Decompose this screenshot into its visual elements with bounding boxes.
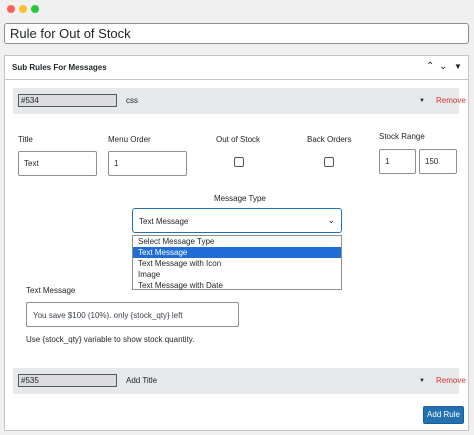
sub-rule-name: css	[126, 96, 138, 105]
dropdown-option[interactable]: Text Message with Icon	[133, 258, 341, 269]
message-type-value: Text Message	[139, 217, 189, 226]
remove-link[interactable]: Remove	[436, 376, 466, 385]
stock-range-min-input[interactable]: 1	[379, 149, 416, 174]
panel-header: Sub Rules For Messages ⌃ ⌄ ▼	[5, 56, 468, 80]
dropdown-option[interactable]: Select Message Type	[133, 236, 341, 247]
add-rule-button[interactable]: Add Rule	[423, 406, 464, 424]
remove-link[interactable]: Remove	[436, 96, 466, 105]
out-of-stock-label: Out of Stock	[216, 135, 261, 144]
menu-order-input[interactable]: 1	[108, 151, 187, 176]
text-message-label: Text Message	[26, 286, 76, 295]
chevron-down-icon: ⌄	[327, 215, 335, 225]
back-orders-label: Back Orders	[307, 135, 352, 144]
panel-title: Sub Rules For Messages	[12, 63, 107, 72]
expand-caret-icon[interactable]: ▼	[419, 96, 425, 106]
caret-down-icon[interactable]: ▼	[454, 60, 462, 74]
chevron-up-icon[interactable]: ⌃	[426, 60, 434, 74]
stock-range-label: Stock Range	[379, 132, 425, 141]
out-of-stock-checkbox[interactable]	[234, 157, 244, 167]
message-type-select[interactable]: Text Message ⌄	[132, 208, 342, 233]
stock-range-max-input[interactable]: 150	[419, 149, 457, 174]
sub-rule-header[interactable]: #535 Add Title ▼ Remove	[13, 368, 466, 394]
dropdown-option-selected[interactable]: Text Message	[133, 247, 341, 258]
dropdown-option[interactable]: Text Message with Date	[133, 280, 341, 291]
back-orders-checkbox[interactable]	[324, 157, 334, 167]
message-type-dropdown: Select Message Type Text Message Text Me…	[132, 235, 342, 290]
expand-caret-icon[interactable]: ▼	[419, 376, 425, 386]
text-message-input[interactable]: You save $100 (10%). only {stock_qty} le…	[26, 302, 239, 327]
sub-rule-name: Add Title	[126, 376, 158, 385]
sub-rules-panel: Sub Rules For Messages ⌃ ⌄ ▼ #534 css ▼ …	[4, 55, 469, 431]
rule-title-input[interactable]: Rule for Out of Stock	[4, 23, 469, 44]
menu-order-label: Menu Order	[108, 135, 151, 144]
help-text: Use {stock_qty} variable to show stock q…	[26, 335, 195, 344]
sub-rule-id: #534	[18, 94, 117, 107]
chevron-down-icon[interactable]: ⌄	[439, 60, 447, 74]
window-close-button[interactable]	[7, 5, 15, 13]
window-minimize-button[interactable]	[19, 5, 27, 13]
sub-rule-id: #535	[18, 374, 117, 387]
dropdown-option[interactable]: Image	[133, 269, 341, 280]
window-titlebar	[0, 0, 474, 20]
title-label: Title	[18, 135, 33, 144]
title-input[interactable]: Text	[18, 151, 97, 176]
message-type-label: Message Type	[214, 194, 266, 203]
sub-rule-header[interactable]: #534 css ▼ Remove	[13, 88, 466, 114]
window-maximize-button[interactable]	[31, 5, 39, 13]
